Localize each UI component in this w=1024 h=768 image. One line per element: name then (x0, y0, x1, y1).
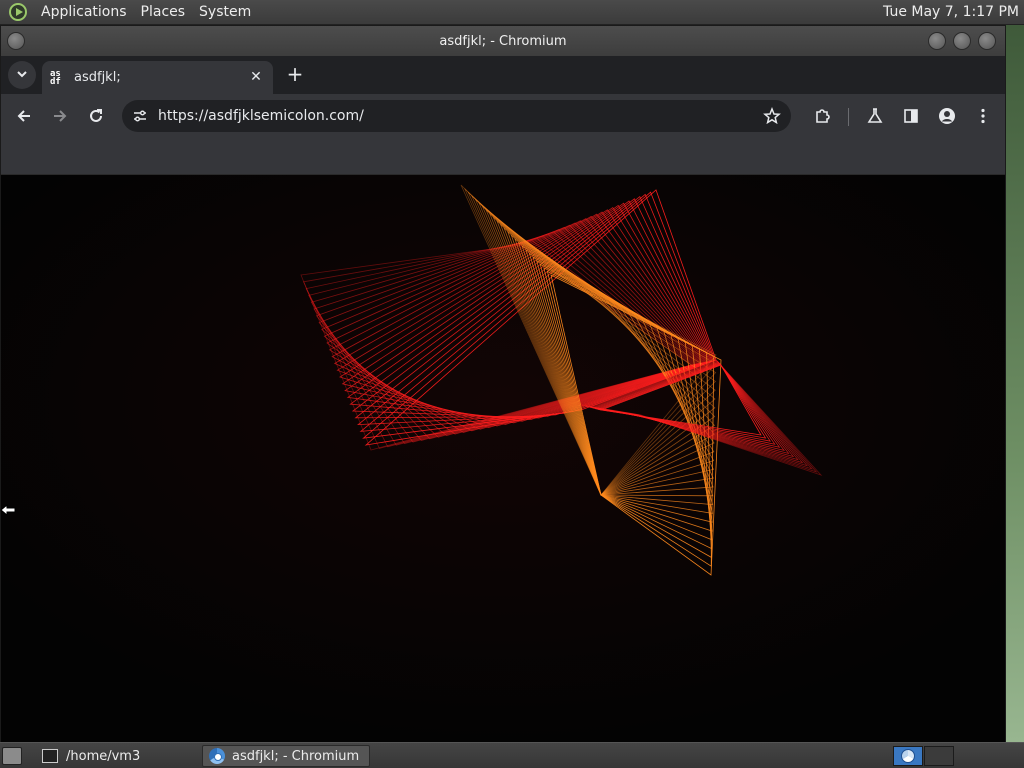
reload-button[interactable] (82, 102, 110, 130)
chevron-down-icon (16, 68, 28, 83)
chromium-icon (901, 749, 915, 763)
desktop-background (1006, 25, 1024, 742)
reload-icon (90, 109, 102, 122)
taskbar-item-terminal[interactable]: /home/vm3 (34, 745, 198, 767)
string-art-canvas (1, 175, 1005, 742)
distro-logo-icon[interactable] (9, 3, 27, 21)
window-titlebar[interactable]: asdfjkl; - Chromium (1, 26, 1005, 56)
maximize-button[interactable] (953, 32, 971, 50)
toolbar-separator (848, 108, 849, 126)
system-menu[interactable]: System (192, 0, 258, 25)
star-icon[interactable] (763, 107, 781, 125)
kebab-menu-icon (981, 108, 985, 124)
workspace-switcher-1[interactable] (893, 746, 923, 766)
places-menu[interactable]: Places (134, 0, 193, 25)
site-favicon-icon: as df (50, 68, 61, 87)
page-content[interactable] (1, 175, 1005, 742)
arrow-right-icon (54, 110, 67, 122)
workspace-switcher-2[interactable] (924, 746, 954, 766)
tab-strip: as df asdfjkl; ✕ + (1, 56, 1005, 94)
url-text[interactable]: https://asdfjklsemicolon.com/ (158, 108, 364, 124)
back-button[interactable] (10, 102, 38, 130)
bottom-panel: /home/vm3 asdfjkl; - Chromium (0, 742, 1024, 768)
show-desktop-button[interactable] (2, 747, 22, 765)
browser-toolbar: https://asdfjklsemicolon.com/ (1, 94, 1005, 138)
address-bar[interactable]: https://asdfjklsemicolon.com/ (122, 100, 791, 132)
labs-button[interactable] (861, 102, 889, 130)
mouse-cursor-icon (0, 503, 16, 517)
puzzle-icon (816, 109, 830, 123)
taskbar-item-label: /home/vm3 (66, 748, 141, 764)
flask-icon (867, 108, 883, 123)
chromium-icon (209, 748, 225, 764)
side-panel-icon (904, 109, 918, 123)
tab-active[interactable]: as df asdfjkl; ✕ (42, 61, 273, 94)
profile-button[interactable] (933, 102, 961, 130)
terminal-icon (42, 749, 58, 763)
top-panel: Applications Places System Tue May 7, 1:… (0, 0, 1024, 25)
tab-search-button[interactable] (8, 61, 36, 89)
avatar-icon (939, 108, 955, 124)
taskbar-item-label: asdfjkl; - Chromium (232, 748, 360, 764)
applications-menu[interactable]: Applications (34, 0, 134, 25)
new-tab-button[interactable]: + (283, 62, 307, 86)
side-panel-button[interactable] (897, 102, 925, 130)
window-menu-button[interactable] (7, 32, 25, 50)
window-title: asdfjkl; - Chromium (439, 33, 567, 49)
browser-window: asdfjkl; - Chromium as df asdfjkl; ✕ + h… (0, 25, 1006, 742)
arrow-left-icon (17, 110, 30, 122)
forward-button[interactable] (46, 102, 74, 130)
extensions-button[interactable] (808, 102, 836, 130)
window-close-button[interactable] (978, 32, 996, 50)
tab-close-button[interactable]: ✕ (247, 68, 265, 86)
site-info-icon[interactable] (132, 108, 148, 124)
tab-title: asdfjkl; (74, 70, 121, 85)
bookmarks-bar (1, 138, 1005, 175)
panel-clock[interactable]: Tue May 7, 1:17 PM (883, 0, 1019, 25)
menu-button[interactable] (969, 102, 997, 130)
taskbar-item-chromium[interactable]: asdfjkl; - Chromium (202, 745, 370, 767)
minimize-button[interactable] (928, 32, 946, 50)
